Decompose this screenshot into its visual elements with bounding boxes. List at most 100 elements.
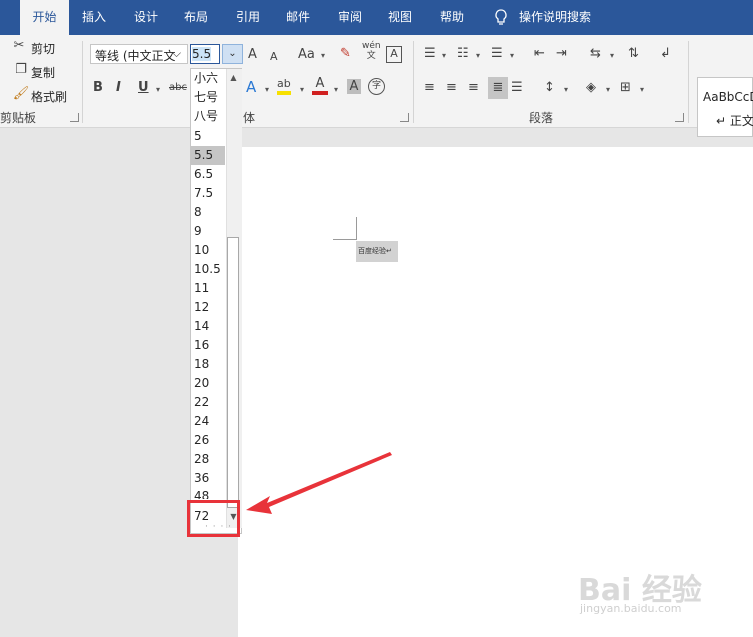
font-size-option[interactable]: 28: [191, 450, 225, 469]
font-launcher-icon[interactable]: [400, 113, 409, 122]
justify-icon[interactable]: ≣: [488, 77, 508, 99]
tab-design[interactable]: 设计: [122, 0, 170, 35]
font-size-option[interactable]: 12: [191, 298, 225, 317]
borders-dropdown-icon[interactable]: ▾: [640, 85, 644, 94]
font-name-dropdown-icon[interactable]: ⌵: [172, 46, 181, 61]
shrink-font-button[interactable]: A: [270, 48, 278, 66]
font-size-option[interactable]: 10: [191, 241, 225, 260]
cut-button[interactable]: 剪切: [31, 40, 55, 57]
tab-insert[interactable]: 插入: [70, 0, 118, 35]
italic-button[interactable]: I: [116, 79, 121, 97]
style-normal[interactable]: AaBbCcD ↵ 正文: [697, 77, 753, 137]
show-marks-icon[interactable]: ↲: [660, 45, 671, 63]
tab-references[interactable]: 引用: [224, 0, 272, 35]
font-size-option[interactable]: 20: [191, 374, 225, 393]
shading-dropdown-icon[interactable]: ▾: [606, 85, 610, 94]
clipboard-launcher-icon[interactable]: [70, 113, 79, 122]
bullets-icon[interactable]: ☰: [424, 45, 436, 63]
increase-indent-icon[interactable]: ⇥: [556, 45, 567, 63]
shading-icon[interactable]: ◈: [586, 79, 596, 97]
tab-review[interactable]: 审阅: [326, 0, 374, 35]
tab-help[interactable]: 帮助: [428, 0, 476, 35]
decrease-indent-icon[interactable]: ⇤: [534, 45, 545, 63]
text-effects-button[interactable]: A: [246, 78, 256, 96]
highlight-dropdown-icon[interactable]: ▾: [300, 85, 304, 94]
font-size-option[interactable]: 6.5: [191, 165, 225, 184]
ribbon-tab-bar: 开始 插入 设计 布局 引用 邮件 审阅 视图 帮助 操作说明搜索: [0, 0, 753, 35]
chinese-layout-dropdown-icon[interactable]: ▾: [610, 51, 614, 60]
underline-dropdown-icon[interactable]: ▾: [156, 85, 160, 94]
font-size-input[interactable]: 5.5: [190, 44, 220, 64]
font-size-dropdown-button[interactable]: ⌄: [222, 44, 243, 64]
numbering-dropdown-icon[interactable]: ▾: [476, 51, 480, 60]
document-page[interactable]: [238, 147, 753, 637]
multilevel-list-icon[interactable]: ☰: [491, 45, 503, 63]
numbering-icon[interactable]: ☷: [457, 45, 469, 63]
format-painter-icon: 🖌: [12, 86, 30, 101]
phonetic-guide-button[interactable]: wén 文: [362, 41, 381, 61]
tab-home[interactable]: 开始: [20, 0, 69, 35]
font-size-option[interactable]: 七号: [191, 88, 225, 107]
font-size-option[interactable]: 18: [191, 355, 225, 374]
highlight-box: [187, 500, 240, 537]
align-center-icon[interactable]: ≡: [446, 79, 457, 97]
font-size-option[interactable]: 22: [191, 393, 225, 412]
scroll-up-arrow-icon[interactable]: ▲: [227, 70, 240, 85]
text-effects-dropdown-icon[interactable]: ▾: [265, 85, 269, 94]
font-size-option[interactable]: 36: [191, 469, 225, 488]
font-size-option[interactable]: 小六: [191, 69, 225, 88]
copy-button[interactable]: 复制: [31, 64, 55, 81]
underline-button[interactable]: U: [138, 79, 149, 97]
tab-view[interactable]: 视图: [376, 0, 424, 35]
bullets-dropdown-icon[interactable]: ▾: [442, 51, 446, 60]
tab-layout[interactable]: 布局: [172, 0, 220, 35]
font-size-option[interactable]: 26: [191, 431, 225, 450]
highlight-color-button[interactable]: ab: [277, 77, 291, 95]
font-size-option[interactable]: 5: [191, 127, 225, 146]
font-size-option[interactable]: 48: [191, 487, 225, 499]
watermark-url: jingyan.baidu.com: [580, 602, 682, 615]
font-color-button[interactable]: A: [312, 77, 328, 95]
tell-me-search[interactable]: 操作说明搜索: [514, 0, 596, 35]
font-color-dropdown-icon[interactable]: ▾: [334, 85, 338, 94]
multilevel-dropdown-icon[interactable]: ▾: [510, 51, 514, 60]
enclose-characters-button[interactable]: 字: [368, 78, 385, 95]
line-spacing-icon[interactable]: ↕: [544, 79, 555, 97]
font-size-option[interactable]: 16: [191, 336, 225, 355]
lightbulb-icon: [490, 0, 512, 35]
copy-icon: ❐: [15, 62, 27, 77]
selected-text[interactable]: 百度经验↵: [356, 241, 398, 262]
paragraph-launcher-icon[interactable]: [675, 113, 684, 122]
tab-mailings[interactable]: 邮件: [274, 0, 322, 35]
ribbon: ✂ 剪切 ❐ 复制 🖌 格式刷 剪贴板 等线 (中文正文 ⌵ 5.5 ⌄ A A…: [0, 35, 753, 137]
font-size-option[interactable]: 11: [191, 279, 225, 298]
scrollbar-thumb[interactable]: [227, 237, 239, 508]
line-spacing-dropdown-icon[interactable]: ▾: [564, 85, 568, 94]
strikethrough-button[interactable]: abc: [169, 79, 187, 97]
change-case-dropdown-icon[interactable]: ▾: [321, 51, 325, 60]
align-right-icon[interactable]: ≡: [468, 79, 479, 97]
align-left-icon[interactable]: ≡: [424, 79, 435, 97]
font-size-option[interactable]: 八号: [191, 107, 225, 126]
distributed-icon[interactable]: ☰: [511, 79, 523, 97]
bold-button[interactable]: B: [93, 79, 103, 97]
chinese-layout-icon[interactable]: ⇆: [590, 45, 601, 63]
character-border-button[interactable]: A: [386, 46, 402, 63]
font-size-option[interactable]: 8: [191, 203, 225, 222]
change-case-button[interactable]: Aa: [298, 46, 315, 64]
red-arrow-icon: [246, 452, 392, 514]
grow-font-button[interactable]: A: [248, 46, 257, 64]
font-size-option[interactable]: 9: [191, 222, 225, 241]
borders-icon[interactable]: ⊞: [620, 79, 631, 97]
format-painter-button[interactable]: 格式刷: [31, 88, 67, 105]
font-size-option-selected[interactable]: 5.5: [191, 146, 225, 165]
group-divider: [413, 41, 414, 123]
font-size-option[interactable]: 24: [191, 412, 225, 431]
clear-formatting-icon[interactable]: ✎: [340, 45, 351, 63]
font-size-option[interactable]: 7.5: [191, 184, 225, 203]
sort-icon[interactable]: ⇅: [628, 45, 639, 63]
font-size-option[interactable]: 14: [191, 317, 225, 336]
font-size-option[interactable]: 10.5: [191, 260, 225, 279]
character-shading-button[interactable]: A: [347, 79, 361, 94]
font-group-label: 体: [243, 111, 256, 125]
